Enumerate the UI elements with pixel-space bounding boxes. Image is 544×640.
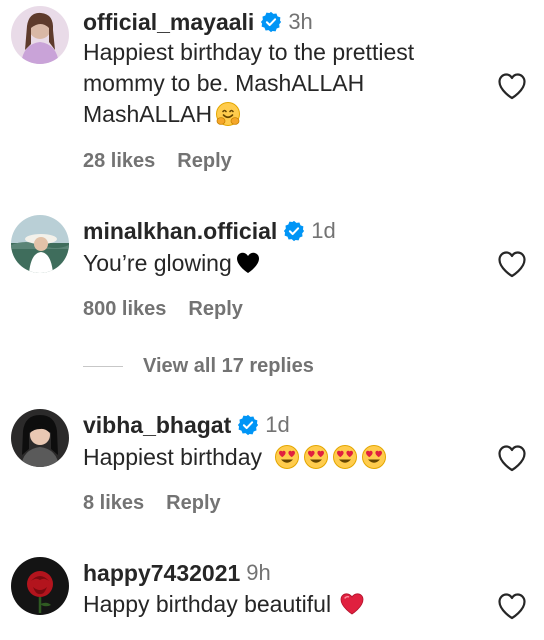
comment-text: Happiest birthday to the prettiest mommy…	[83, 37, 483, 130]
avatar[interactable]	[11, 6, 69, 64]
comment-actions: 8 likes Reply	[83, 490, 221, 516]
avatar[interactable]	[11, 557, 69, 615]
comment-item: minalkhan.official 1d You’re glowing 800…	[0, 215, 544, 335]
timestamp[interactable]: 1d	[265, 412, 289, 438]
comments-list: official_mayaali 3h Happiest birthday to…	[0, 0, 544, 640]
verified-badge-icon	[260, 11, 282, 33]
verified-badge-icon	[283, 220, 305, 242]
comment-text: Happiest birthday	[83, 442, 503, 473]
comment-text-line-part: MashALLAH	[83, 101, 213, 127]
heart-eyes-emoji-icon	[274, 444, 300, 470]
comment-text: Happy birthday beautiful	[83, 589, 483, 620]
username[interactable]: vibha_bhagat	[83, 412, 231, 439]
heart-like-icon[interactable]	[497, 444, 527, 472]
comment-header: official_mayaali 3h	[83, 7, 313, 37]
comment-header: vibha_bhagat 1d	[83, 410, 290, 440]
heart-eyes-emoji-icon	[332, 444, 358, 470]
username[interactable]: official_mayaali	[83, 9, 254, 36]
comment-header: minalkhan.official 1d	[83, 216, 336, 246]
heart-eyes-emoji-icon	[303, 444, 329, 470]
replies-divider-line	[83, 365, 123, 367]
avatar[interactable]	[11, 215, 69, 273]
black-heart-emoji-icon	[235, 250, 261, 276]
reply-button[interactable]: Reply	[177, 150, 231, 173]
timestamp[interactable]: 1d	[311, 218, 335, 244]
comment-header: happy7432021 9h	[83, 558, 271, 588]
comment-actions: 28 likes Reply	[83, 148, 232, 174]
heart-like-icon[interactable]	[497, 592, 527, 620]
comment-text-line: You’re glowing	[83, 250, 232, 276]
timestamp[interactable]: 3h	[288, 9, 312, 35]
comment-item: happy7432021 9h Happy birthday beautiful	[0, 557, 544, 640]
avatar[interactable]	[11, 409, 69, 467]
comment-text-line: Happiest birthday	[83, 444, 262, 470]
view-replies-button[interactable]: View all 17 replies	[83, 353, 314, 379]
comment-item: vibha_bhagat 1d Happiest birthday 8 like…	[0, 409, 544, 529]
verified-badge-icon	[237, 414, 259, 436]
likes-count[interactable]: 8 likes	[83, 492, 144, 515]
hugging-face-emoji-icon	[215, 101, 241, 127]
comment-actions: 800 likes Reply	[83, 296, 243, 322]
reply-button[interactable]: Reply	[188, 298, 242, 321]
timestamp[interactable]: 9h	[246, 560, 270, 586]
red-heart-emoji-icon	[339, 591, 365, 617]
heart-eyes-emoji-icon	[361, 444, 387, 470]
comment-item: official_mayaali 3h Happiest birthday to…	[0, 6, 544, 176]
comment-text: You’re glowing	[83, 248, 483, 279]
heart-like-icon[interactable]	[497, 250, 527, 278]
heart-like-icon[interactable]	[497, 72, 527, 100]
username[interactable]: minalkhan.official	[83, 218, 277, 245]
comment-text-line: MashALLAH	[83, 99, 483, 130]
comment-text-line: Happy birthday beautiful	[83, 591, 332, 617]
likes-count[interactable]: 800 likes	[83, 298, 166, 321]
reply-button[interactable]: Reply	[166, 492, 220, 515]
username[interactable]: happy7432021	[83, 560, 240, 587]
comment-text-line: Happiest birthday to the prettiest	[83, 39, 415, 65]
view-replies-label: View all 17 replies	[143, 354, 314, 377]
comment-text-line: mommy to be. MashALLAH	[83, 70, 365, 96]
likes-count[interactable]: 28 likes	[83, 150, 155, 173]
